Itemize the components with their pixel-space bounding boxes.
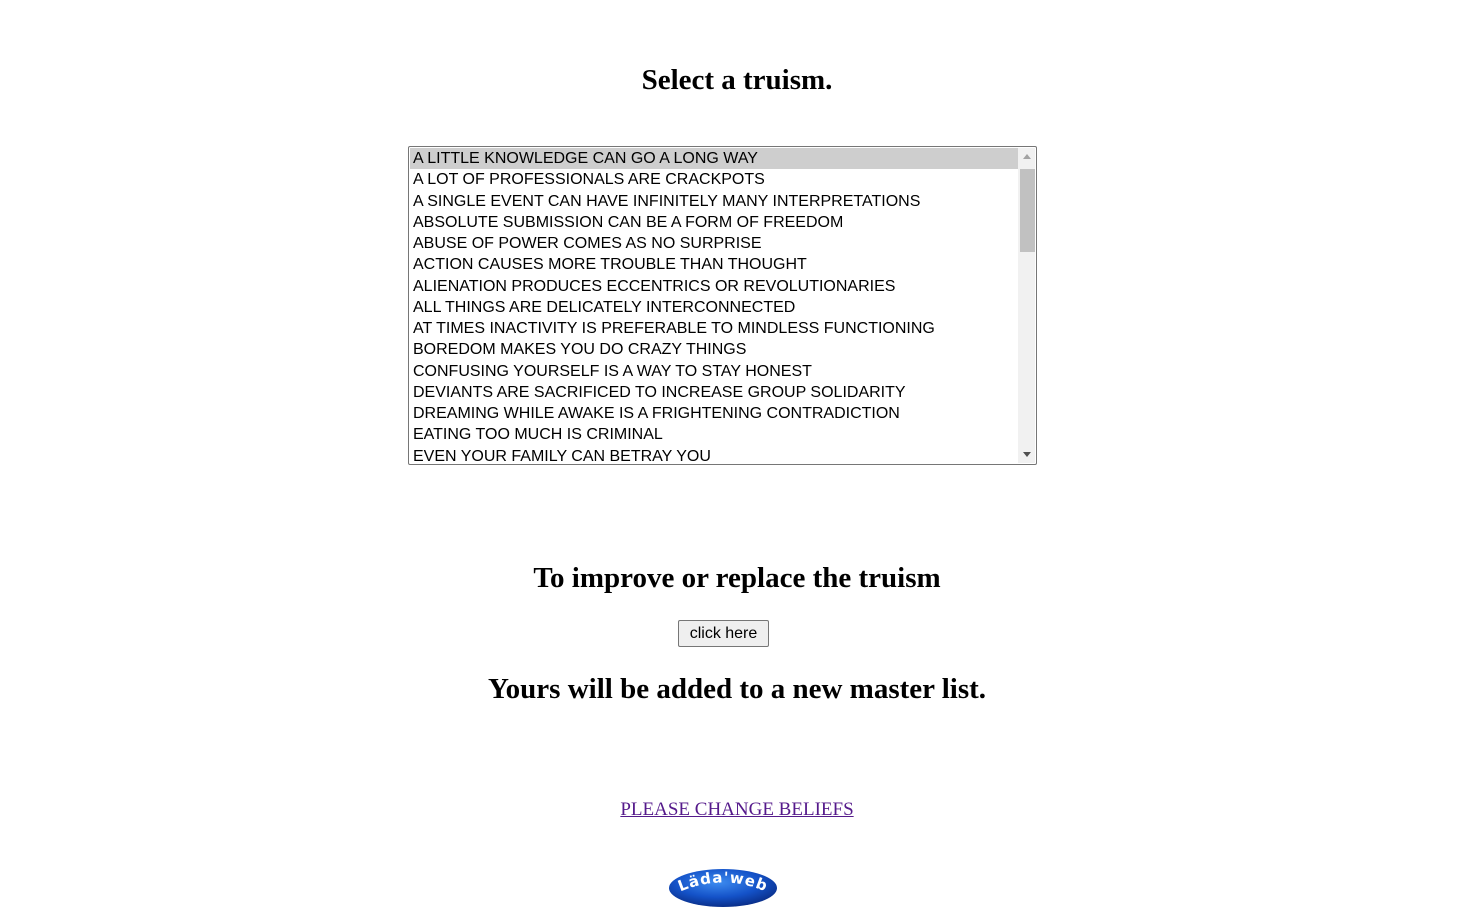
truism-option[interactable]: EATING TOO MUCH IS CRIMINAL	[410, 424, 1018, 445]
page-title: Select a truism.	[641, 64, 833, 96]
truism-option[interactable]: ACTION CAUSES MORE TROUBLE THAN THOUGHT	[410, 254, 1018, 275]
scroll-down-arrow-icon[interactable]	[1018, 446, 1035, 463]
adaweb-logo-icon[interactable]: Läda'web	[667, 867, 779, 909]
truism-option[interactable]: A LOT OF PROFESSIONALS ARE CRACKPOTS	[410, 169, 1018, 190]
truism-listbox[interactable]: A LITTLE KNOWLEDGE CAN GO A LONG WAY A LO…	[408, 146, 1037, 465]
click-here-button[interactable]: click here	[678, 620, 769, 647]
scroll-thumb[interactable]	[1020, 169, 1035, 252]
truism-option[interactable]: DEVIANTS ARE SACRIFICED TO INCREASE GROU…	[410, 382, 1018, 403]
master-list-heading: Yours will be added to a new master list…	[487, 673, 987, 705]
listbox-scrollbar[interactable]	[1018, 148, 1035, 463]
truism-option[interactable]: EVEN YOUR FAMILY CAN BETRAY YOU	[410, 446, 1018, 464]
truism-option[interactable]: DREAMING WHILE AWAKE IS A FRIGHTENING CO…	[410, 403, 1018, 424]
truism-options: A LITTLE KNOWLEDGE CAN GO A LONG WAY A LO…	[410, 148, 1018, 463]
truism-option[interactable]: ABUSE OF POWER COMES AS NO SURPRISE	[410, 233, 1018, 254]
truism-option[interactable]: CONFUSING YOURSELF IS A WAY TO STAY HONE…	[410, 361, 1018, 382]
change-beliefs-link[interactable]: PLEASE CHANGE BELIEFS	[620, 799, 853, 820]
truism-option[interactable]: A SINGLE EVENT CAN HAVE INFINITELY MANY …	[410, 191, 1018, 212]
scroll-up-arrow-icon[interactable]	[1018, 148, 1035, 165]
truism-option[interactable]: A LITTLE KNOWLEDGE CAN GO A LONG WAY	[410, 148, 1018, 170]
truism-option[interactable]: ABSOLUTE SUBMISSION CAN BE A FORM OF FRE…	[410, 212, 1018, 233]
improve-heading: To improve or replace the truism	[533, 562, 941, 594]
truism-option[interactable]: ALIENATION PRODUCES ECCENTRICS OR REVOLU…	[410, 276, 1018, 297]
change-beliefs-link-container: PLEASE CHANGE BELIEFS	[0, 800, 1474, 819]
truism-option[interactable]: BOREDOM MAKES YOU DO CRAZY THINGS	[410, 339, 1018, 360]
truism-option[interactable]: ALL THINGS ARE DELICATELY INTERCONNECTED	[410, 297, 1018, 318]
truism-option[interactable]: AT TIMES INACTIVITY IS PREFERABLE TO MIN…	[410, 318, 1018, 339]
